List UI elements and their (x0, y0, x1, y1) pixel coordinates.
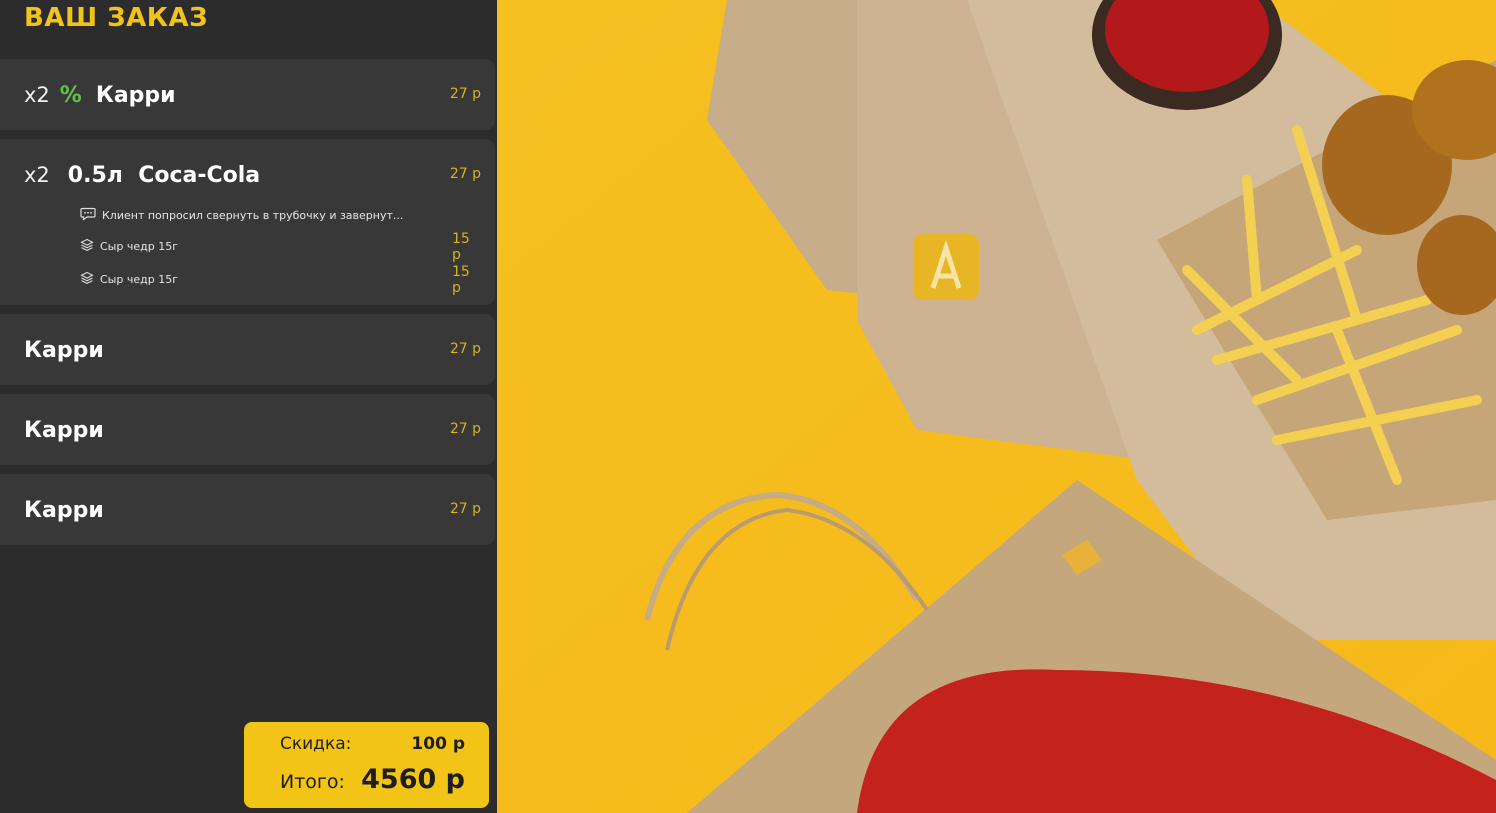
layers-icon (80, 271, 94, 288)
chat-bubble-icon (80, 207, 96, 224)
layers-icon (80, 238, 94, 255)
item-header: Карри (24, 334, 104, 366)
item-header: Карри (24, 494, 104, 526)
item-quantity: x2 (24, 163, 50, 187)
discount-icon: % (59, 82, 82, 108)
discount-value: 100 р (411, 734, 465, 754)
order-item[interactable]: Карри 27 р (0, 474, 495, 545)
item-price: 27 р (449, 501, 481, 517)
addon-price: 15 р (452, 230, 470, 263)
item-header: x2 % Карри (24, 79, 176, 111)
order-item[interactable]: Карри 27 р (0, 394, 495, 465)
item-name: Карри (95, 82, 176, 108)
item-quantity: x2 (24, 83, 50, 107)
discount-row: Скидка: 100 р (280, 734, 465, 754)
food-photo (497, 0, 1496, 813)
page-title: ВАШ ЗАКАЗ (24, 3, 209, 33)
order-panel: ВАШ ЗАКАЗ x2 % Карри 27 р x2 0.5л Coca-C… (0, 0, 497, 813)
item-header: Карри (24, 414, 104, 446)
comment-text: Клиент попросил свернуть в трубочку и за… (102, 209, 404, 222)
order-summary: Скидка: 100 р Итого: 4560 р (244, 722, 489, 808)
order-item[interactable]: x2 % Карри 27 р (0, 59, 495, 130)
order-item[interactable]: x2 0.5л Coca-Cola 27 р Клиент попросил с… (0, 139, 495, 305)
addon-label: Сыр чедр 15г (100, 240, 178, 253)
order-list: x2 % Карри 27 р x2 0.5л Coca-Cola 27 р К… (0, 59, 495, 554)
item-name: Карри (24, 337, 104, 363)
addon-row: Сыр чедр 15г 15 р (80, 264, 470, 296)
addon-label: Сыр чедр 15г (100, 273, 178, 286)
total-value: 4560 р (361, 764, 465, 795)
total-label: Итого: (280, 771, 345, 793)
addon-row: Сыр чедр 15г 15 р (80, 231, 470, 263)
item-name: 0.5л Coca-Cola (67, 162, 261, 188)
order-item[interactable]: Карри 27 р (0, 314, 495, 385)
item-price: 27 р (449, 421, 481, 437)
item-price: 27 р (449, 166, 481, 182)
total-row: Итого: 4560 р (280, 764, 465, 795)
item-name: Карри (24, 417, 104, 443)
discount-label: Скидка: (280, 734, 352, 754)
addon-price: 15 р (452, 263, 470, 296)
food-photo-illustration (497, 0, 1496, 813)
item-name: Карри (24, 497, 104, 523)
item-comment: Клиент попросил свернуть в трубочку и за… (80, 207, 403, 224)
item-price: 27 р (449, 86, 481, 102)
item-header: x2 0.5л Coca-Cola (24, 159, 260, 191)
item-price: 27 р (449, 341, 481, 357)
